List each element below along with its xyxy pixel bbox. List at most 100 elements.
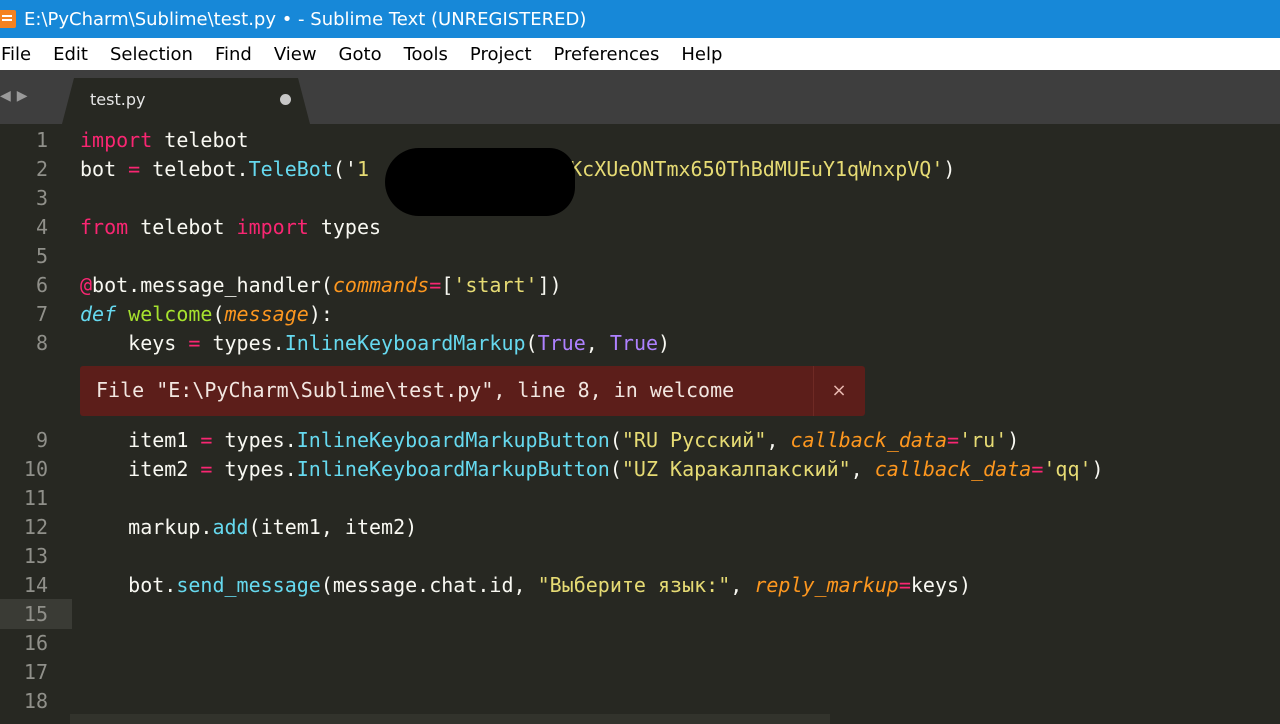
code-text: ( [525, 331, 538, 355]
code-text: telebot. [140, 157, 249, 181]
code-text: ( [609, 457, 622, 481]
keyword: from [80, 215, 129, 239]
title-bar: E:\PyCharm\Sublime\test.py • - Sublime T… [0, 0, 1280, 38]
code-text: ) [1007, 428, 1020, 452]
line-number: 2 [35, 157, 48, 181]
menu-find[interactable]: Find [204, 44, 263, 65]
string: 'start' [453, 273, 538, 297]
code-line-10: item2 = types.InlineKeyboardMarkupButton… [80, 455, 1104, 484]
code-text: ) [1091, 457, 1104, 481]
line-number: 10 [23, 457, 48, 481]
code-line-7: def welcome(message): [80, 300, 333, 329]
string: "RU Русский" [621, 428, 767, 452]
menu-bar: File Edit Selection Find View Goto Tools… [0, 38, 1280, 70]
tab-label: test.py [90, 90, 146, 109]
line-number: 7 [35, 302, 48, 326]
string: "Выберите язык:" [537, 573, 731, 597]
code-line-1: import telebot [80, 126, 249, 155]
line-number: 3 [35, 186, 48, 210]
code-text: keys [80, 331, 189, 355]
operator: = [898, 573, 911, 597]
constant: True [537, 331, 586, 355]
menu-file[interactable]: File [0, 44, 42, 65]
constant: True [609, 331, 659, 355]
method-name: send_message [176, 573, 321, 597]
code-text: ) [943, 157, 956, 181]
string: 'qq' [1043, 457, 1092, 481]
line-number: 11 [23, 486, 48, 510]
code-text: ( [212, 302, 225, 326]
menu-preferences[interactable]: Preferences [543, 44, 671, 65]
line-number: 16 [23, 631, 48, 655]
code-text: types [308, 215, 382, 239]
menu-help[interactable]: Help [670, 44, 733, 65]
code-text: bot.message_handler( [92, 273, 333, 297]
menu-selection[interactable]: Selection [99, 44, 204, 65]
tab-nav-arrows: ◀ ▶ [0, 88, 28, 104]
function-name: welcome [128, 302, 213, 326]
tab-test-py[interactable]: test.py [62, 78, 310, 124]
operator: = [200, 457, 213, 481]
window-title: E:\PyCharm\Sublime\test.py • - Sublime T… [24, 8, 587, 30]
code-text: item2 [80, 457, 201, 481]
line-number: 6 [35, 273, 48, 297]
tab-next-icon[interactable]: ▶ [17, 88, 28, 104]
code-text: telebot [128, 215, 237, 239]
string: 'ru' [959, 428, 1008, 452]
code-text: , [730, 573, 755, 597]
code-text: , [850, 457, 875, 481]
menu-edit[interactable]: Edit [42, 44, 99, 65]
menu-project[interactable]: Project [459, 44, 543, 65]
code-text: types. [212, 457, 297, 481]
unsaved-dot-icon[interactable] [280, 94, 291, 105]
menu-tools[interactable]: Tools [393, 44, 459, 65]
code-line-9: item1 = types.InlineKeyboardMarkupButton… [80, 426, 1019, 455]
close-icon[interactable]: × [813, 366, 865, 416]
class-name: InlineKeyboardMarkupButton [296, 457, 610, 481]
error-phantom: File "E:\PyCharm\Sublime\test.py", line … [80, 366, 865, 416]
sublime-app-icon [0, 10, 16, 28]
code-line-4: from telebot import types [80, 213, 381, 242]
line-number: 17 [23, 660, 48, 684]
operator: = [947, 428, 960, 452]
line-number: 14 [23, 573, 48, 597]
tab-bar: ◀ ▶ test.py [0, 70, 1280, 124]
param-name: callback_data [874, 457, 1032, 481]
line-number: 1 [35, 128, 48, 152]
keyword: import [80, 128, 153, 152]
code-text: ( [609, 428, 622, 452]
code-text: telebot [152, 128, 249, 152]
code-text: markup. [80, 515, 213, 539]
line-number: 9 [35, 428, 48, 452]
code-text: types. [212, 428, 297, 452]
line-number: 8 [35, 331, 48, 355]
code-text: ]) [537, 273, 562, 297]
operator: = [200, 428, 213, 452]
menu-goto[interactable]: Goto [328, 44, 393, 65]
code-line-8: keys = types.InlineKeyboardMarkup(True, … [80, 329, 670, 358]
string-pre-redact: 1 [356, 157, 370, 181]
code-text: item1 [80, 428, 201, 452]
keyword-def: def [80, 302, 117, 326]
param-name: message [224, 302, 309, 326]
line-number: 13 [23, 544, 48, 568]
class-name: InlineKeyboardMarkupButton [296, 428, 610, 452]
line-number: 5 [35, 244, 48, 268]
tab-prev-icon[interactable]: ◀ [0, 88, 11, 104]
code-text: [ [441, 273, 454, 297]
param-name: commands [332, 273, 430, 297]
line-number: 4 [35, 215, 48, 239]
code-text: (item1, item2) [248, 515, 418, 539]
decorator-at: @ [80, 273, 93, 297]
editor[interactable]: 1 2 3 4 5 6 7 8 9 10 11 12 13 14 15 16 1… [0, 124, 1280, 724]
code-text: keys) [910, 573, 972, 597]
param-name: callback_data [790, 428, 948, 452]
method-name: add [212, 515, 249, 539]
menu-view[interactable]: View [263, 44, 328, 65]
code-text: (' [332, 157, 357, 181]
code-text: bot. [80, 573, 177, 597]
operator: = [128, 157, 141, 181]
keyword: import [236, 215, 309, 239]
string: "UZ Каракалпакский" [621, 457, 851, 481]
